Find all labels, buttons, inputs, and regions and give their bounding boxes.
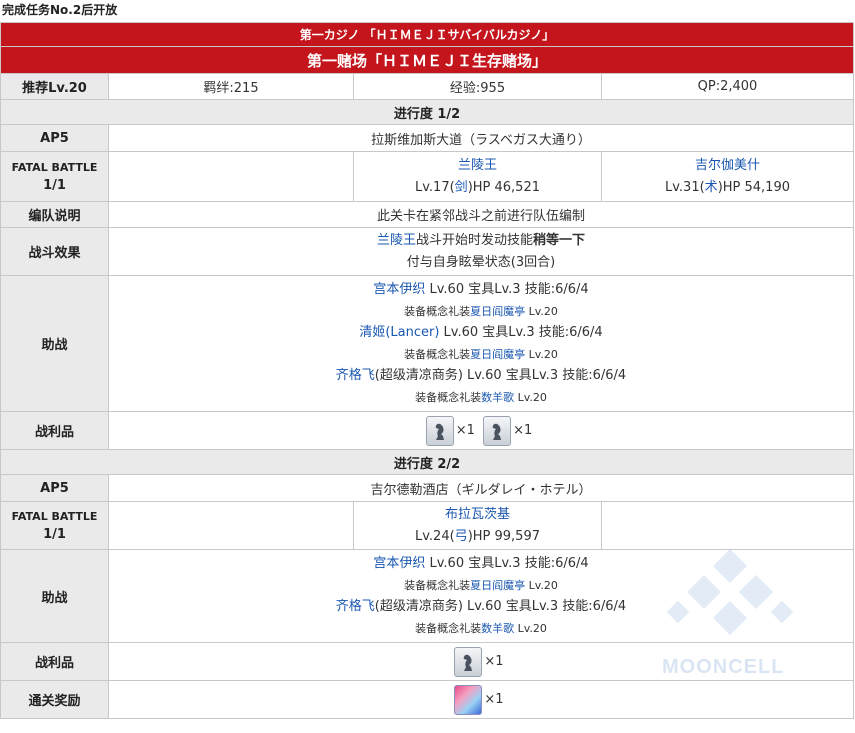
enemy-slot: 吉尔伽美什 Lv.31(术)HP 54,190: [601, 151, 854, 202]
loot-count: ×1: [455, 423, 475, 438]
ce-level: Lv.20: [525, 305, 558, 318]
ce-level: Lv.20: [514, 622, 547, 635]
enemy-hp: )HP 99,597: [467, 528, 540, 544]
battle-count: 1/1: [43, 177, 66, 193]
enemy-empty-slot: [601, 501, 854, 550]
loot-count: ×1: [513, 423, 533, 438]
location-name: 拉斯维加斯大道（ラスベガス大通り）: [108, 124, 854, 152]
ce-link[interactable]: 夏日阎魔亭: [470, 348, 525, 361]
enemy-empty-slot: [108, 151, 354, 202]
support-stats: (超级清凉商务) Lv.60 宝具Lv.3 技能:6/6/4: [374, 599, 627, 614]
enemy-empty-slot: [108, 501, 354, 550]
support-servant-link[interactable]: 宫本伊织: [373, 556, 425, 571]
support-list: 宫本伊织 Lv.60 宝具Lv.3 技能:6/6/4 装备概念礼装夏日阎魔亭 L…: [108, 549, 854, 643]
enemy-link-blavatsky[interactable]: 布拉瓦茨基: [445, 507, 510, 522]
exp-value: 经验:955: [353, 73, 602, 100]
chess-piece-icon[interactable]: [483, 415, 512, 446]
enemy-link-lanling[interactable]: 兰陵王: [458, 158, 497, 173]
chess-piece-icon[interactable]: [454, 646, 483, 677]
fatal-battle-text: FATAL BATTLE: [11, 509, 98, 523]
ce-link[interactable]: 夏日阎魔亭: [470, 579, 525, 592]
battle-effect-label: 战斗效果: [0, 227, 109, 276]
loot-count: ×1: [484, 654, 504, 669]
enemy-level: Lv.24(: [414, 528, 455, 544]
clear-reward-label: 通关奖励: [0, 680, 109, 719]
support-servant-link[interactable]: 齐格飞: [336, 599, 375, 614]
effect-servant-link[interactable]: 兰陵王: [377, 233, 416, 248]
support-stats: Lv.60 宝具Lv.3 技能:6/6/4: [425, 556, 589, 571]
ce-prefix: 装备概念礼装: [415, 622, 482, 635]
unlock-caption: 完成任务No.2后开放: [2, 3, 118, 17]
loot-label: 战利品: [0, 642, 109, 681]
ce-link[interactable]: 数羊歌: [481, 622, 514, 635]
loot-label: 战利品: [0, 411, 109, 450]
progress-2-2: 进行度 2/2: [0, 449, 854, 475]
recommend-level: 推荐Lv.20: [0, 73, 109, 100]
effect-skill-name: 稍等一下: [533, 232, 586, 248]
ce-prefix: 装备概念礼装: [404, 305, 471, 318]
support-label: 助战: [0, 549, 109, 643]
support-label: 助战: [0, 275, 109, 412]
clear-reward: ×1: [108, 680, 854, 719]
enemy-level: Lv.31(: [664, 179, 705, 195]
formation-label: 编队说明: [0, 201, 109, 228]
support-stats: (超级清凉商务) Lv.60 宝具Lv.3 技能:6/6/4: [374, 368, 627, 383]
effect-detail: 付与自身眩晕状态(3回合): [406, 254, 556, 270]
enemy-hp: )HP 54,190: [717, 179, 790, 195]
enemy-link-gilgamesh[interactable]: 吉尔伽美什: [695, 158, 760, 173]
class-link-saber[interactable]: 剑: [455, 180, 468, 195]
chess-piece-icon[interactable]: [425, 415, 454, 446]
support-stats: Lv.60 宝具Lv.3 技能:6/6/4: [439, 325, 603, 340]
ce-level: Lv.20: [525, 579, 558, 592]
enemy-hp: )HP 46,521: [467, 179, 540, 195]
loot-list: ×1 ×1: [108, 411, 854, 450]
bond-value: 羁绊:215: [108, 73, 354, 100]
fatal-battle-label: FATAL BATTLE 1/1: [0, 501, 109, 550]
fatal-battle-label: FATAL BATTLE 1/1: [0, 151, 109, 202]
class-link-caster[interactable]: 术: [705, 180, 718, 195]
support-servant-link[interactable]: 齐格飞: [336, 368, 375, 383]
formation-text: 此关卡在紧邻战斗之前进行队伍编制: [108, 201, 854, 228]
ce-link[interactable]: 夏日阎魔亭: [470, 305, 525, 318]
ap-cost-label: AP5: [0, 474, 109, 502]
quest-title-cn: 第一赌场「ＨＩＭＥＪＩ生存赌场」: [0, 46, 854, 74]
ap-cost-label: AP5: [0, 124, 109, 152]
support-stats: Lv.60 宝具Lv.3 技能:6/6/4: [425, 282, 589, 297]
enemy-slot: 兰陵王 Lv.17(剑)HP 46,521: [353, 151, 602, 202]
enemy-slot: 布拉瓦茨基 Lv.24(弓)HP 99,597: [353, 501, 602, 550]
enemy-level: Lv.17(: [414, 179, 455, 195]
battle-effect: 兰陵王战斗开始时发动技能稍等一下 付与自身眩晕状态(3回合): [108, 227, 854, 276]
reward-count: ×1: [484, 692, 504, 707]
effect-text: 战斗开始时发动技能: [415, 232, 533, 248]
qp-value: QP:2,400: [601, 73, 854, 100]
ce-prefix: 装备概念礼装: [404, 348, 471, 361]
ce-prefix: 装备概念礼装: [404, 579, 471, 592]
progress-1-2: 进行度 1/2: [0, 99, 854, 125]
fatal-battle-text: FATAL BATTLE: [11, 160, 98, 174]
ce-level: Lv.20: [514, 391, 547, 404]
class-link-archer[interactable]: 弓: [455, 529, 468, 544]
battle-count: 1/1: [43, 526, 66, 542]
support-servant-link[interactable]: 宫本伊织: [373, 282, 425, 297]
support-list: 宫本伊织 Lv.60 宝具Lv.3 技能:6/6/4 装备概念礼装夏日阎魔亭 L…: [108, 275, 854, 412]
ce-level: Lv.20: [525, 348, 558, 361]
support-servant-link[interactable]: 清姬(Lancer): [359, 325, 439, 340]
location-name: 吉尔德勒酒店（ギルダレイ・ホテル）: [108, 474, 854, 502]
loot-list: ×1: [108, 642, 854, 681]
ce-link[interactable]: 数羊歌: [481, 391, 514, 404]
craft-essence-card-icon[interactable]: [454, 684, 483, 715]
quest-table: 第一カジノ 「ＨＩＭＥＪＩサバイバルカジノ」 第一赌场「ＨＩＭＥＪＩ生存赌场」 …: [0, 22, 854, 719]
quest-title-jp: 第一カジノ 「ＨＩＭＥＪＩサバイバルカジノ」: [0, 22, 854, 47]
ce-prefix: 装备概念礼装: [415, 391, 482, 404]
